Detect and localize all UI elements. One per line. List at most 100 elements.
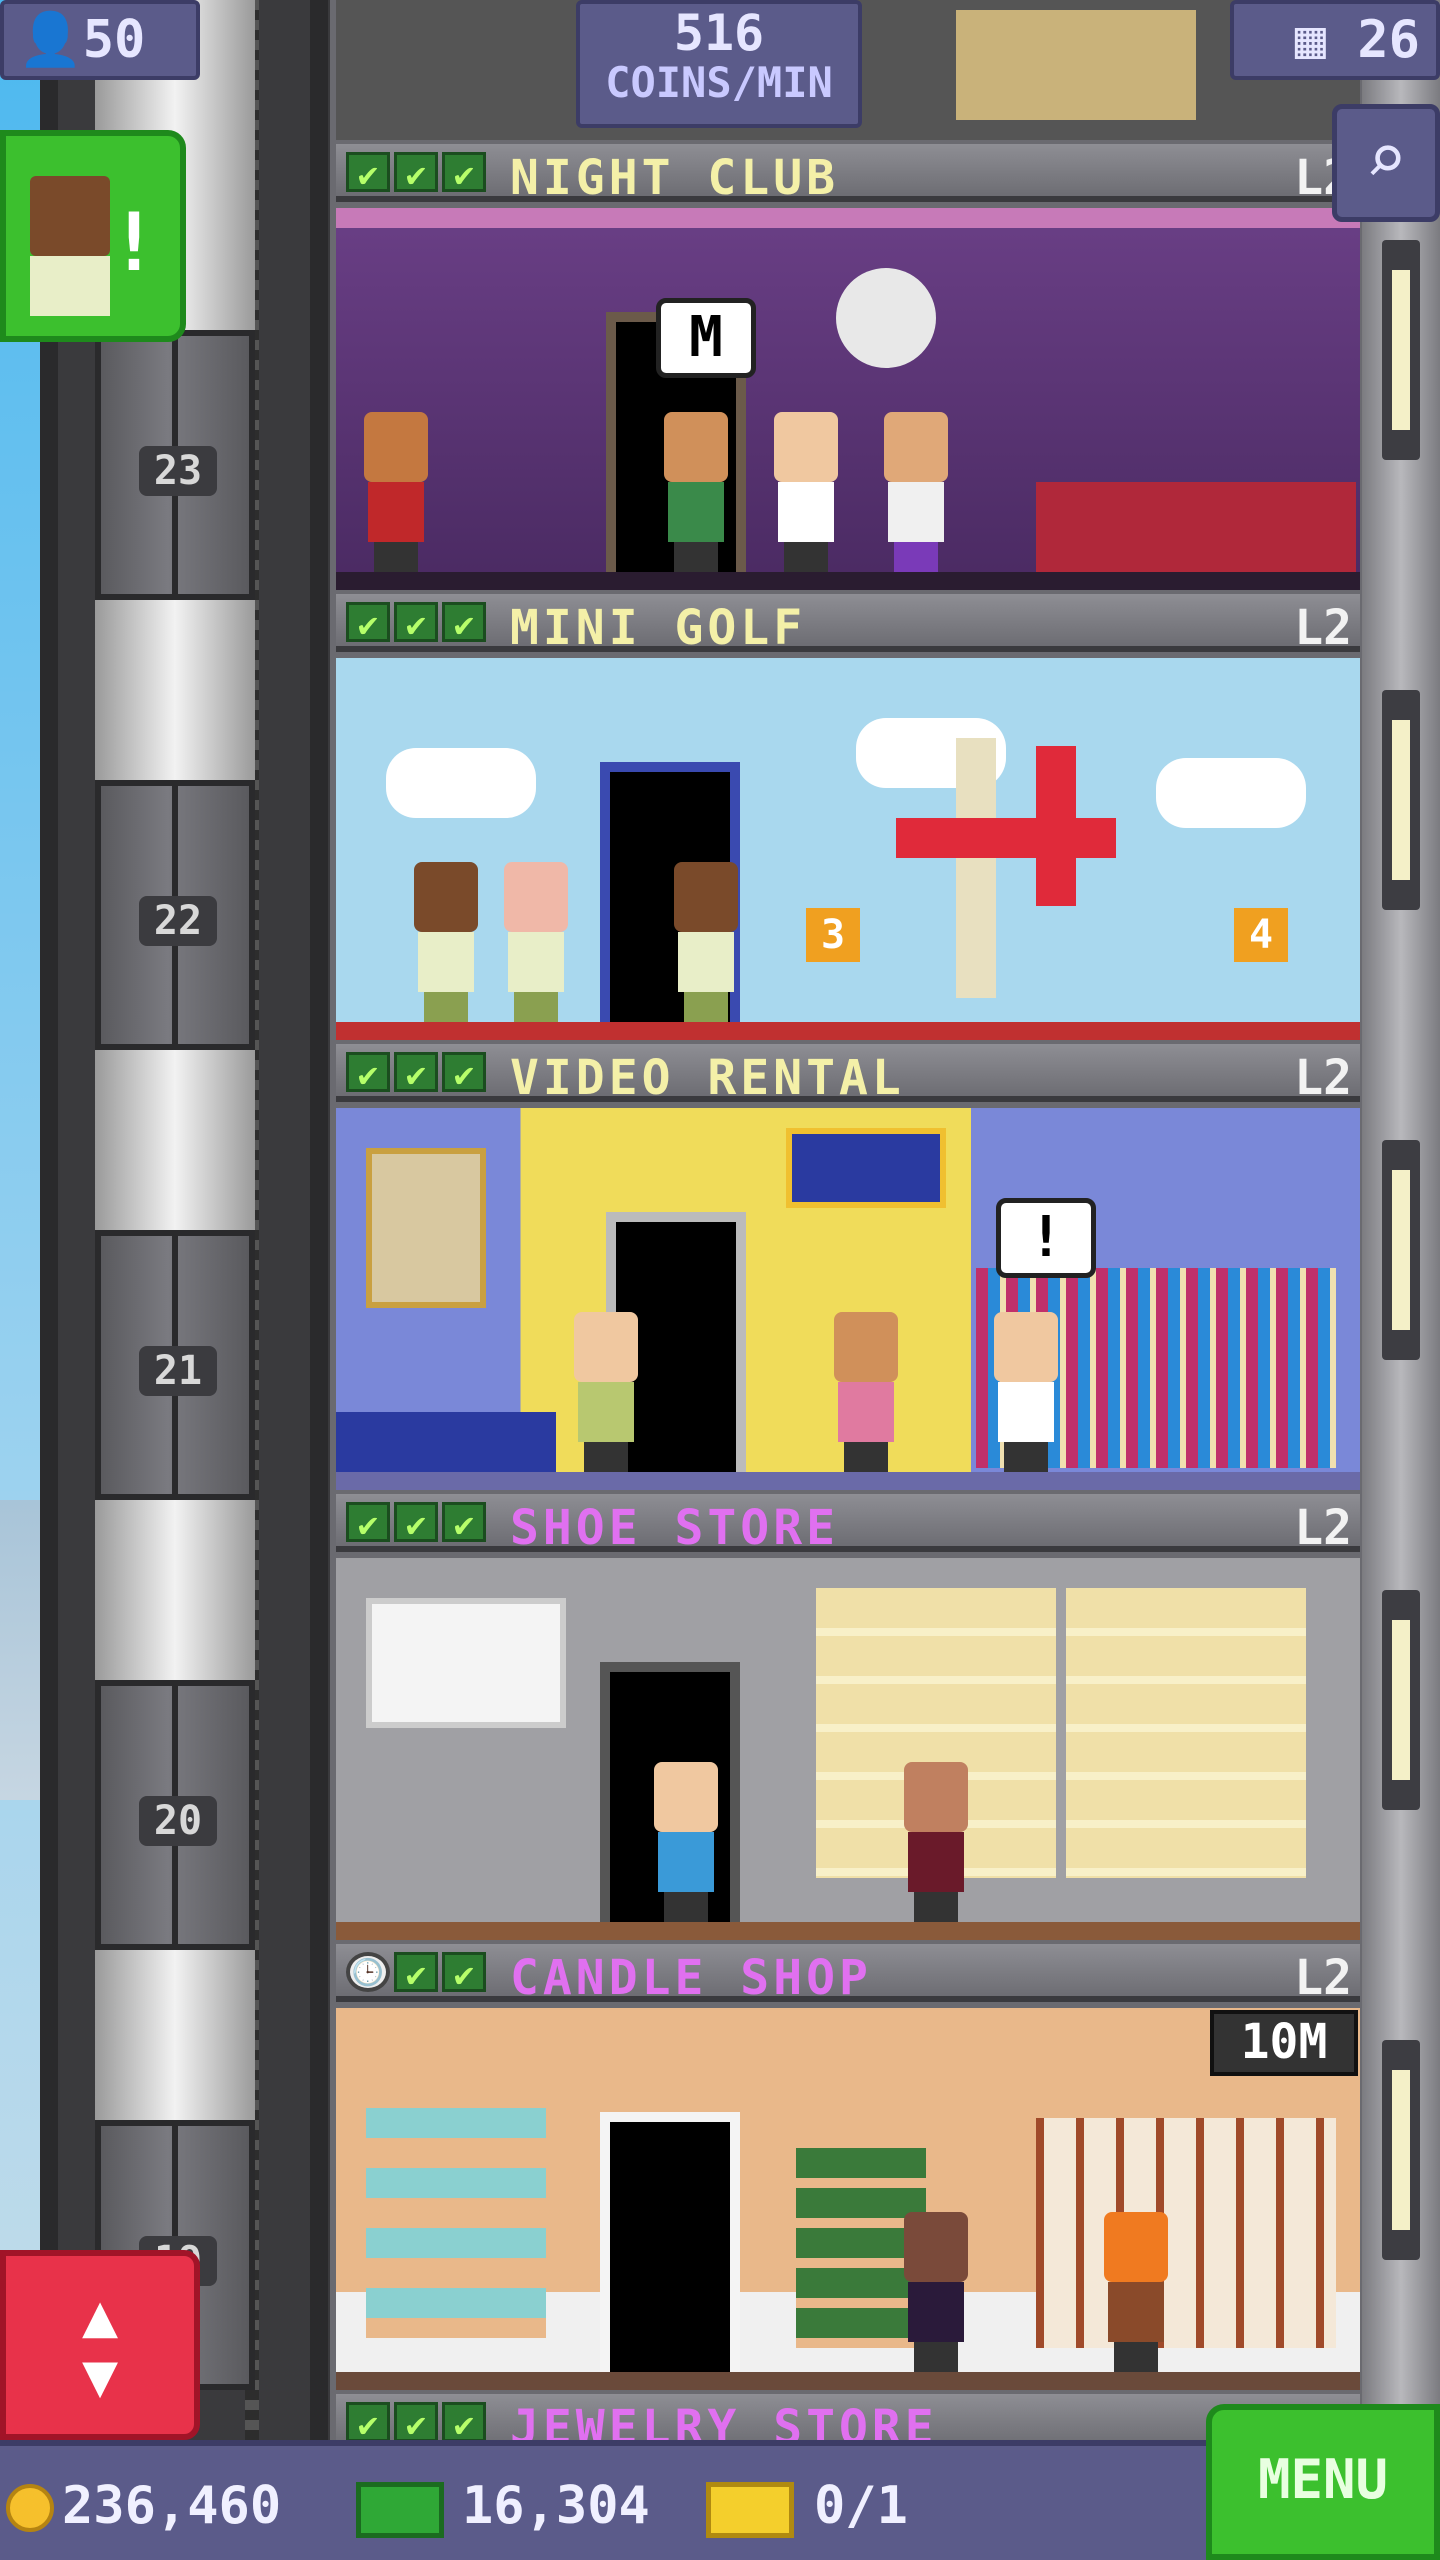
room-interior: M — [336, 208, 1360, 590]
person[interactable] — [876, 412, 956, 572]
magnifier-icon[interactable]: ⌕ — [1332, 104, 1440, 222]
hole-flag: 3 — [806, 908, 860, 962]
floor-counter[interactable]: ▦ 26 — [1230, 0, 1440, 80]
floor-number: 21 — [139, 1346, 217, 1396]
check-icon: ✔ — [394, 1952, 438, 1995]
floor-shoe-store[interactable]: ✔ ✔ ✔ SHOE STORE L2 — [336, 1494, 1360, 1944]
coins-rate-label: COINS/MIN — [605, 58, 833, 107]
check-icon: ✔ — [346, 152, 390, 195]
speech-bubble[interactable]: ! — [996, 1198, 1096, 1278]
elevator-floor-22[interactable]: 22 — [95, 780, 255, 1050]
ticket-count: 0/1 — [814, 2476, 908, 2536]
person[interactable] — [986, 1312, 1066, 1472]
person[interactable] — [1096, 2212, 1176, 2372]
lounge-seating — [1036, 482, 1356, 572]
elevator-gap — [95, 1500, 255, 1680]
floor-count-value: 26 — [1357, 10, 1420, 70]
floor-name: MINI GOLF — [510, 600, 807, 656]
coin-icon — [6, 2484, 54, 2532]
stock-checks: ✔ ✔ ✔ — [346, 152, 486, 195]
person[interactable] — [826, 1312, 906, 1472]
floor-level: L2 — [1294, 1500, 1352, 1556]
stock-checks: 🕒 ✔ ✔ — [346, 1952, 486, 1995]
movie-poster — [366, 1148, 486, 1308]
elevator-floor-23[interactable]: 23 — [95, 330, 255, 600]
elevator-gap — [95, 1050, 255, 1230]
person-icon: 👤 — [18, 10, 83, 70]
person[interactable] — [356, 412, 436, 572]
clock-icon: 🕒 — [346, 1952, 390, 1992]
windmill-icon — [956, 738, 996, 998]
room-interior: ! — [336, 1108, 1360, 1490]
windmill-blade — [1036, 746, 1076, 906]
floor-candle-shop[interactable]: 🕒 ✔ ✔ CANDLE SHOP L2 — [336, 1944, 1360, 2394]
check-icon: ✔ — [394, 602, 438, 645]
person[interactable] — [896, 2212, 976, 2372]
floor-header: ✔ ✔ ✔ MINI GOLF L2 — [336, 594, 1360, 656]
elevator-gap — [95, 1950, 255, 2130]
elevator-button[interactable]: ▲ ▼ — [0, 2250, 200, 2440]
person[interactable] — [666, 862, 746, 1022]
ticket-sign — [786, 1128, 946, 1208]
coins-rate-value: 516 — [673, 4, 765, 62]
floor-number: 23 — [139, 446, 217, 496]
elevator-gap — [95, 600, 255, 780]
counter — [336, 1412, 556, 1472]
check-icon: ✔ — [442, 1052, 486, 1095]
check-icon: ✔ — [442, 1952, 486, 1995]
population-value: 50 — [82, 10, 146, 70]
floor-name: SHOE STORE — [510, 1500, 839, 1556]
floor-name: CANDLE SHOP — [510, 1950, 872, 2006]
floor-level: L2 — [1294, 1050, 1352, 1106]
floor-mini-golf[interactable]: ✔ ✔ ✔ MINI GOLF L2 3 4 — [336, 594, 1360, 1044]
floor-video-rental[interactable]: ✔ ✔ ✔ VIDEO RENTAL L2 ! — [336, 1044, 1360, 1494]
stock-checks: ✔ ✔ ✔ — [346, 1052, 486, 1095]
check-icon: ✔ — [346, 1052, 390, 1095]
visitor-avatar — [30, 176, 110, 256]
shaft-rail — [40, 0, 58, 2440]
tower-bux-icon — [356, 2482, 444, 2538]
shelf-decor — [956, 10, 1196, 120]
bux-balance: 16,304 — [462, 2476, 650, 2536]
person[interactable] — [646, 1762, 726, 1922]
person[interactable] — [496, 862, 576, 1022]
room-door — [600, 2112, 740, 2372]
hole-flag: 4 — [1234, 908, 1288, 962]
restock-timer-badge[interactable]: 10M — [1210, 2010, 1358, 2076]
floor-name: VIDEO RENTAL — [510, 1050, 905, 1106]
shoe-poster — [366, 1598, 566, 1728]
floor-night-club[interactable]: ✔ ✔ ✔ NIGHT CLUB L2 M — [336, 144, 1360, 594]
person[interactable] — [656, 412, 736, 572]
shoe-shelf — [1066, 1588, 1306, 1878]
check-icon: ✔ — [394, 1502, 438, 1545]
exclamation-icon: ! — [109, 196, 158, 289]
check-icon: ✔ — [346, 2402, 390, 2444]
shaft-rail — [310, 0, 328, 2440]
floor-header: 🕒 ✔ ✔ CANDLE SHOP L2 — [336, 1944, 1360, 2006]
tower-right-pillar — [1362, 0, 1440, 2440]
speech-bubble[interactable]: M — [656, 298, 756, 378]
population-counter[interactable]: 👤50 — [0, 0, 200, 80]
check-icon: ✔ — [346, 602, 390, 645]
check-icon: ✔ — [346, 1502, 390, 1545]
menu-button[interactable]: MENU — [1206, 2404, 1440, 2560]
elevator-floor-20[interactable]: 20 — [95, 1680, 255, 1950]
elevator-floor-21[interactable]: 21 — [95, 1230, 255, 1500]
windmill-blade — [896, 818, 1116, 858]
stock-checks: ✔ ✔ ✔ — [346, 1502, 486, 1545]
floor-name: JEWELRY STORE — [510, 2400, 938, 2444]
floor-name: NIGHT CLUB — [510, 150, 839, 206]
visitor-notification-button[interactable]: ! — [0, 130, 186, 342]
visitor-avatar-body — [30, 256, 110, 316]
check-icon: ✔ — [442, 2402, 486, 2444]
person[interactable] — [566, 1312, 646, 1472]
stock-checks: ✔ ✔ ✔ — [346, 2402, 486, 2444]
person[interactable] — [896, 1762, 976, 1922]
candle-shelves — [1036, 2118, 1336, 2348]
building-icon: ▦ — [1294, 10, 1327, 70]
light-rail — [336, 208, 1360, 228]
person[interactable] — [766, 412, 846, 572]
person[interactable] — [406, 862, 486, 1022]
coins-balance: 236,460 — [62, 2476, 282, 2536]
candle-rack — [366, 2108, 546, 2338]
